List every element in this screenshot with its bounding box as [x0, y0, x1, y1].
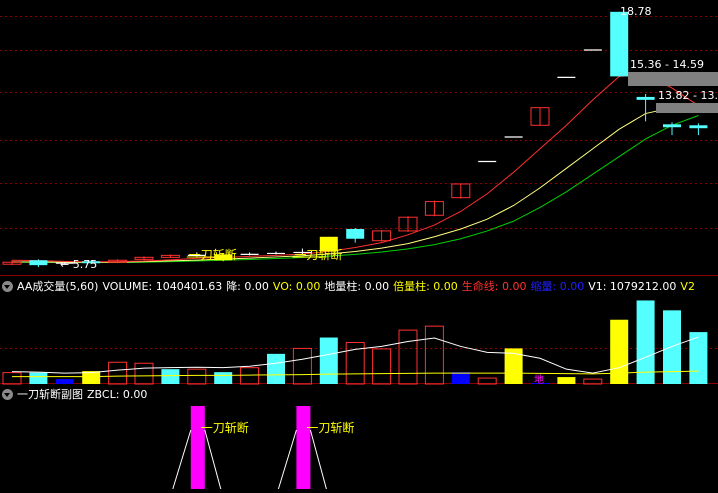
indicator-value: 地量柱: 0.00	[324, 280, 390, 293]
volume-bar	[689, 332, 708, 384]
volume-bar	[319, 337, 338, 384]
sub-layer: 一刀斩断 一刀斩断	[172, 406, 354, 490]
vol-ma-yellow-line	[12, 370, 699, 378]
sub-signal-label: 一刀斩断	[201, 420, 249, 435]
box1-price-label: 15.36 - 14.59	[630, 58, 704, 71]
volume-title: AA成交量(5,60)	[17, 280, 99, 293]
volume-bar	[663, 310, 681, 384]
collapse-icon[interactable]	[2, 281, 13, 292]
volume-bar	[187, 368, 207, 385]
stock-chart-svg: 地 一刀斩断 一刀斩断 18.7815.36 - 14.5913.82 - 13.…	[0, 5, 718, 490]
collapse-icon[interactable]	[2, 389, 13, 400]
box2-price-label: 13.82 - 13.	[658, 89, 718, 102]
indicator-value: VOLUME: 1040401.63	[102, 280, 223, 293]
volume-panel-header: AA成交量(5,60) VOLUME: 1040401.63 降: 0.00 VO: …	[0, 278, 718, 295]
indicator-value: V2	[680, 280, 695, 293]
volume-bar	[372, 348, 392, 385]
signal-line-right	[309, 429, 327, 490]
price-box-1	[628, 72, 718, 86]
low-price-label: ← 5.75	[60, 258, 97, 271]
indicator-value: 缩量: 0.00	[530, 280, 585, 293]
candle-body	[663, 124, 681, 128]
indicator-value: V1: 1079212.00	[588, 280, 677, 293]
high-price-label: 18.78	[620, 5, 652, 18]
indicator-value: VO: 0.00	[272, 280, 321, 293]
candle-body	[29, 260, 48, 266]
candle-body	[689, 125, 708, 129]
indicator-value: 生命线: 0.00	[461, 280, 527, 293]
volume-bar	[240, 367, 260, 385]
volume-bar	[134, 362, 154, 385]
candle-body	[346, 228, 365, 239]
main-signal-label: 一刀斩断	[189, 247, 237, 262]
sub-title: 一刀斩断副图	[17, 388, 83, 401]
candle-body	[636, 96, 655, 100]
indicator-value: 降: 0.00	[226, 280, 269, 293]
bottom-marker-label: 地	[534, 373, 544, 386]
volume-layer: 地	[2, 300, 708, 386]
signal-bar	[190, 406, 205, 489]
volume-bar	[398, 329, 418, 385]
volume-bar	[610, 319, 629, 384]
signal-line-right	[204, 429, 222, 490]
volume-bar	[2, 372, 22, 385]
indicator-value: 倍量柱: 0.00	[393, 280, 458, 293]
volume-bar	[29, 372, 48, 384]
indicator-value: ZBCL: 0.00	[87, 388, 148, 401]
chart-stage: 地 一刀斩断 一刀斩断 18.78 15.36 - 14.59 13.82 - 13.…	[0, 0, 718, 490]
sub-signal-label: 一刀斩断	[306, 420, 354, 435]
sub-panel-header: 一刀斩断副图 ZBCL: 0.00	[0, 386, 718, 403]
volume-bar	[292, 347, 312, 385]
candle-body	[610, 11, 629, 77]
volume-bar	[451, 372, 470, 384]
volume-bar	[214, 372, 233, 384]
volume-bar	[267, 353, 285, 384]
sub-indicator-values: ZBCL: 0.00	[87, 388, 151, 401]
volume-indicator-values: VOLUME: 1040401.63 降: 0.00 VO: 0.00 地量柱: 0.…	[102, 280, 699, 293]
volume-bar	[424, 325, 444, 385]
main-signal-label: 一刀斩断	[294, 247, 342, 262]
signal-line-left	[172, 429, 192, 490]
volume-bar	[557, 377, 576, 384]
price-box-2	[656, 103, 718, 113]
volume-bar	[108, 361, 128, 385]
signal-line-left	[277, 429, 297, 490]
signal-bar	[296, 406, 311, 489]
volume-bar	[636, 300, 655, 384]
volume-bar	[161, 369, 180, 384]
volume-bar	[55, 379, 74, 384]
